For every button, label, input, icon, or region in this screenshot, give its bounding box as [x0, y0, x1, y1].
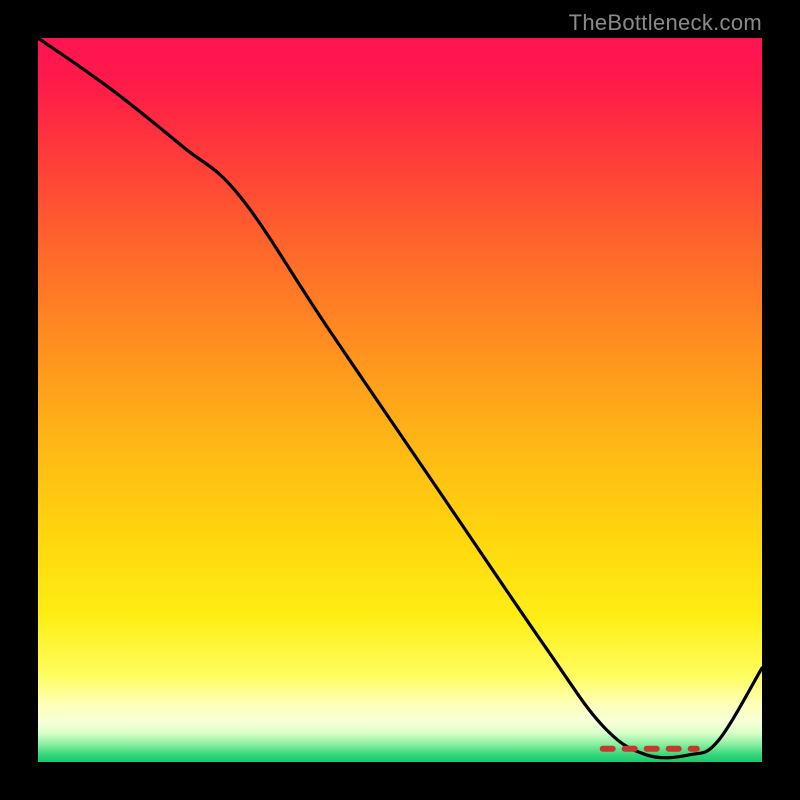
bottleneck-curve: [38, 38, 762, 758]
attribution-label: TheBottleneck.com: [569, 10, 762, 36]
chart-frame: TheBottleneck.com: [0, 0, 800, 800]
plot-area: [38, 38, 762, 762]
curve-layer: [38, 38, 762, 762]
